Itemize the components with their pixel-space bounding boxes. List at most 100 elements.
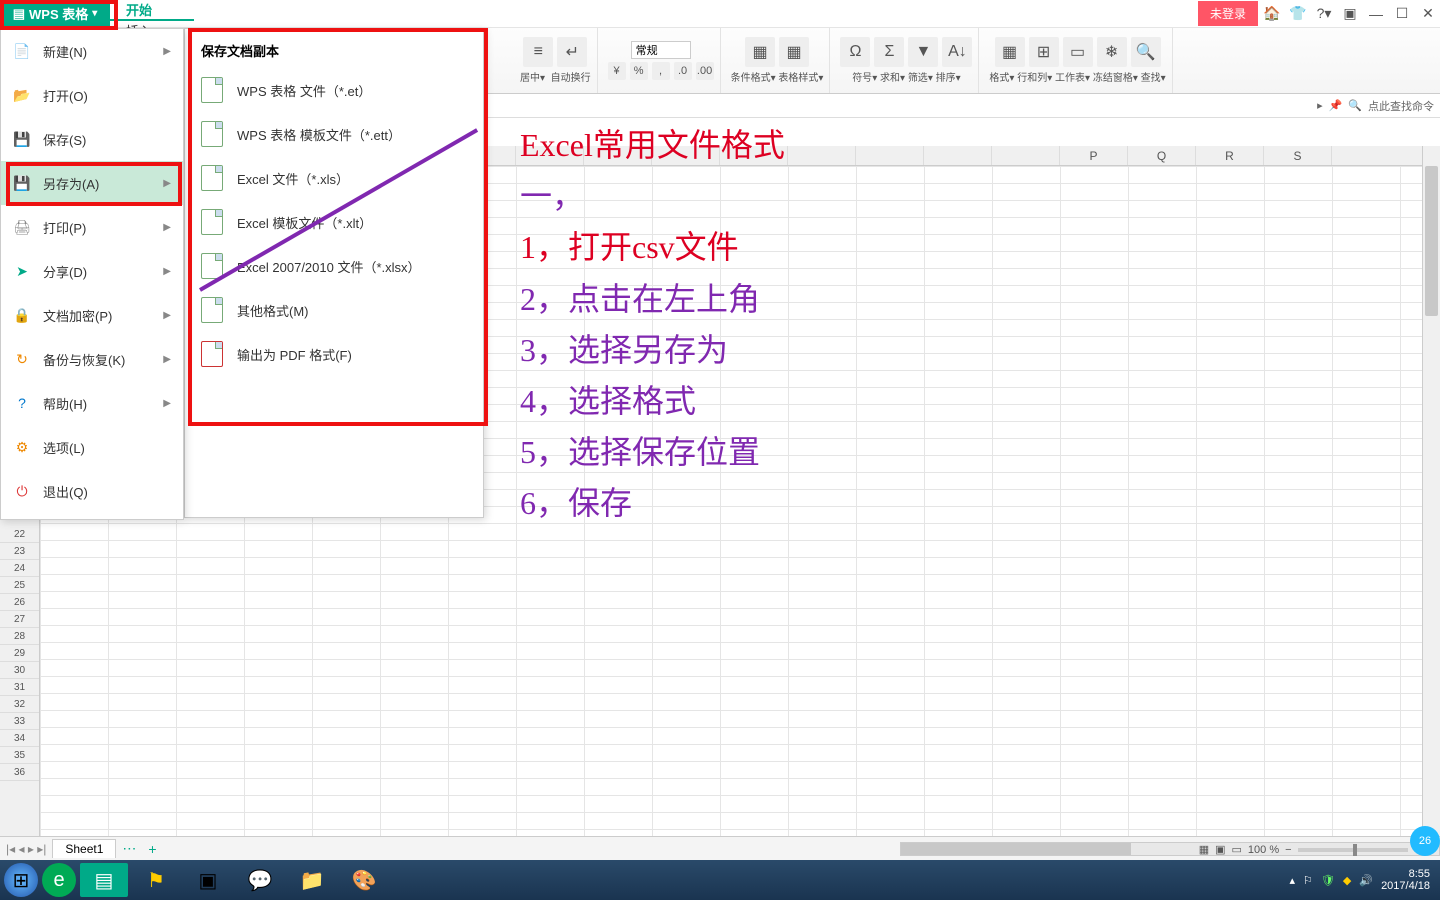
percent-icon[interactable]: %: [630, 62, 648, 80]
tray-expand-icon[interactable]: ▴: [1290, 874, 1296, 887]
close-icon[interactable]: ✕: [1416, 2, 1440, 26]
currency-icon[interactable]: ¥: [608, 62, 626, 80]
notification-bubble[interactable]: 26: [1410, 826, 1440, 856]
file-menu-item[interactable]: ⚙选项(L): [1, 425, 183, 469]
vertical-scrollbar[interactable]: [1422, 146, 1440, 836]
file-menu-item[interactable]: 🖨打印(P)▶: [1, 205, 183, 249]
taskbar-app1-icon[interactable]: ⚑: [132, 863, 180, 897]
col-header[interactable]: [856, 146, 924, 165]
col-header[interactable]: Q: [1128, 146, 1196, 165]
sheet-options-icon[interactable]: ⋯: [116, 840, 142, 857]
tray-volume-icon[interactable]: 🔊: [1359, 874, 1373, 887]
col-header[interactable]: S: [1264, 146, 1332, 165]
row-header[interactable]: 22: [0, 526, 39, 543]
taskbar-explorer-icon[interactable]: 📁: [288, 863, 336, 897]
saveas-format-item[interactable]: Excel 文件（*.xls）: [185, 156, 483, 200]
scrollbar-thumb[interactable]: [901, 843, 1131, 855]
file-menu-item[interactable]: 💾另存为(A)▶: [1, 161, 183, 205]
minimize-icon[interactable]: —: [1364, 2, 1388, 26]
table-style-icon[interactable]: ▦: [779, 37, 809, 67]
add-sheet-button[interactable]: +: [142, 841, 162, 857]
tab-开始[interactable]: 开始: [110, 0, 194, 21]
row-header[interactable]: 35: [0, 747, 39, 764]
row-header[interactable]: 25: [0, 577, 39, 594]
view-normal-icon[interactable]: ▦: [1199, 843, 1209, 856]
sheet-tab[interactable]: Sheet1: [52, 839, 116, 858]
doc-save-icon[interactable]: ▸: [1317, 99, 1323, 112]
filter-icon[interactable]: ▼: [908, 37, 938, 67]
inc-decimal-icon[interactable]: .0: [674, 62, 692, 80]
row-header[interactable]: 28: [0, 628, 39, 645]
row-header[interactable]: 33: [0, 713, 39, 730]
row-header[interactable]: 36: [0, 764, 39, 781]
col-header[interactable]: [992, 146, 1060, 165]
row-header[interactable]: 24: [0, 560, 39, 577]
pin-icon[interactable]: 📌: [1329, 99, 1343, 112]
row-header[interactable]: 34: [0, 730, 39, 747]
file-menu-item[interactable]: ➤分享(D)▶: [1, 249, 183, 293]
col-header[interactable]: [788, 146, 856, 165]
dec-decimal-icon[interactable]: .00: [696, 62, 714, 80]
symbol-icon[interactable]: Ω: [840, 37, 870, 67]
row-header[interactable]: 29: [0, 645, 39, 662]
window-collapse-icon[interactable]: ▣: [1338, 2, 1362, 26]
saveas-format-item[interactable]: 其他格式(M): [185, 288, 483, 332]
row-header[interactable]: 32: [0, 696, 39, 713]
find-icon[interactable]: 🔍: [1131, 37, 1161, 67]
view-custom-icon[interactable]: ▭: [1232, 843, 1242, 856]
sheet-nav[interactable]: |◂ ◂ ▸ ▸|: [0, 842, 52, 856]
row-header[interactable]: 23: [0, 543, 39, 560]
col-header[interactable]: P: [1060, 146, 1128, 165]
file-menu-item[interactable]: ?帮助(H)▶: [1, 381, 183, 425]
conditional-format-icon[interactable]: ▦: [745, 37, 775, 67]
number-format-select[interactable]: [631, 41, 691, 59]
file-menu-item[interactable]: ↻备份与恢复(K)▶: [1, 337, 183, 381]
row-header[interactable]: 27: [0, 611, 39, 628]
view-page-icon[interactable]: ▣: [1215, 843, 1225, 856]
tray-app-icon[interactable]: ◆: [1343, 874, 1351, 887]
start-button[interactable]: ⊞: [4, 863, 38, 897]
find-command-input[interactable]: 点此查找命令: [1368, 98, 1434, 114]
zoom-out-button[interactable]: −: [1285, 844, 1291, 856]
login-chip[interactable]: 未登录: [1198, 1, 1258, 26]
taskbar-wps-icon[interactable]: ▤: [80, 863, 128, 897]
tray-flag-icon[interactable]: ⚐: [1303, 874, 1313, 887]
taskbar-wechat-icon[interactable]: 💬: [236, 863, 284, 897]
row-header[interactable]: 30: [0, 662, 39, 679]
col-header[interactable]: [924, 146, 992, 165]
rowcol-icon[interactable]: ⊞: [1029, 37, 1059, 67]
freeze-icon[interactable]: ❄: [1097, 37, 1127, 67]
saveas-format-item[interactable]: Excel 2007/2010 文件（*.xlsx）: [185, 244, 483, 288]
help-icon[interactable]: ?▾: [1312, 2, 1336, 26]
file-menu-item[interactable]: 💾保存(S): [1, 117, 183, 161]
autosum-icon[interactable]: Σ: [874, 37, 904, 67]
row-header[interactable]: 31: [0, 679, 39, 696]
skin-icon[interactable]: 🏠: [1260, 2, 1284, 26]
worksheet-icon[interactable]: ▭: [1063, 37, 1093, 67]
file-menu-item[interactable]: 📂打开(O): [1, 73, 183, 117]
comma-icon[interactable]: ,: [652, 62, 670, 80]
clock-time[interactable]: 8:55: [1381, 868, 1430, 880]
row-header[interactable]: 26: [0, 594, 39, 611]
sort-icon[interactable]: A↓: [942, 37, 972, 67]
app-menu-button[interactable]: ▤ WPS 表格 ▾: [0, 0, 110, 27]
saveas-format-item[interactable]: WPS 表格 文件（*.et）: [185, 68, 483, 112]
file-menu-item[interactable]: 📄新建(N)▶: [1, 29, 183, 73]
maximize-icon[interactable]: ☐: [1390, 2, 1414, 26]
file-menu-item[interactable]: ⏻退出(Q): [1, 469, 183, 513]
format-icon[interactable]: ▦: [995, 37, 1025, 67]
taskbar-app2-icon[interactable]: ▣: [184, 863, 232, 897]
taskbar-paint-icon[interactable]: 🎨: [340, 863, 388, 897]
tray-shield-icon[interactable]: 🛡: [1321, 874, 1335, 887]
align-center-icon[interactable]: ≡: [523, 37, 553, 67]
zoom-slider[interactable]: [1298, 848, 1408, 852]
saveas-format-item[interactable]: Excel 模板文件（*.xlt）: [185, 200, 483, 244]
clock-date[interactable]: 2017/4/18: [1381, 880, 1430, 892]
col-header[interactable]: R: [1196, 146, 1264, 165]
file-menu-item[interactable]: 🔒文档加密(P)▶: [1, 293, 183, 337]
taskbar-browser-icon[interactable]: e: [42, 863, 76, 897]
wrap-text-icon[interactable]: ↵: [557, 37, 587, 67]
scrollbar-thumb[interactable]: [1425, 166, 1438, 316]
saveas-format-item[interactable]: 输出为 PDF 格式(F): [185, 332, 483, 376]
shirt-icon[interactable]: 👕: [1286, 2, 1310, 26]
